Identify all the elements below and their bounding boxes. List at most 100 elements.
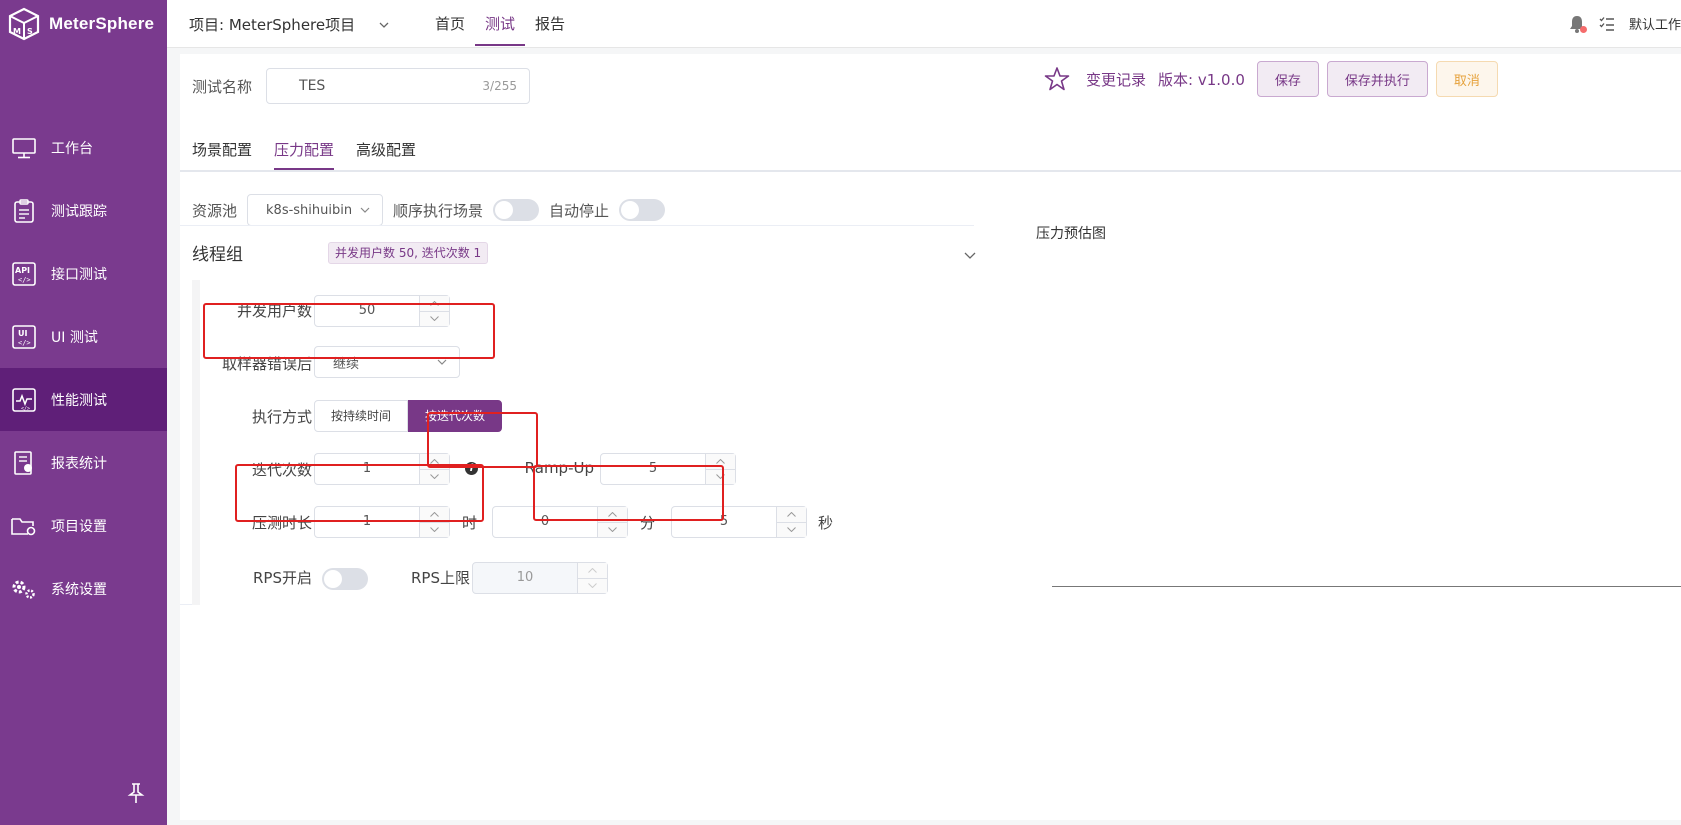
sidebar-item-ui-test[interactable]: UI </> UI 测试 [0, 305, 167, 368]
chevron-down-icon[interactable] [964, 252, 976, 260]
sidebar-item-project-settings[interactable]: 项目设置 [0, 494, 167, 557]
pin-icon[interactable] [126, 782, 146, 804]
chevron-down-icon[interactable] [608, 527, 617, 532]
chevron-up-icon[interactable] [716, 459, 725, 464]
top-nav: 首页 测试 报告 [425, 0, 575, 48]
logo[interactable]: M S MeterSphere [7, 6, 154, 42]
svg-text:API: API [15, 266, 30, 275]
save-and-run-button[interactable]: 保存并执行 [1326, 61, 1428, 97]
stepper-arrows [597, 507, 627, 537]
chevron-down-icon[interactable] [430, 474, 439, 479]
auto-stop-switch[interactable] [619, 199, 666, 221]
svg-text:S: S [27, 27, 33, 36]
chevron-up-icon[interactable] [430, 512, 439, 517]
project-name: 项目: MeterSphere项目 [189, 16, 356, 34]
sampler-error-value: 继续 [333, 356, 360, 372]
thread-group-title[interactable]: 线程组 [192, 240, 243, 265]
clipboard-icon [11, 198, 37, 224]
chevron-down-icon[interactable] [787, 527, 796, 532]
chevron-down-icon [437, 359, 447, 365]
test-name-char-count: 3/255 [482, 79, 518, 93]
sampler-error-label: 取样器错误后 [221, 355, 312, 373]
resource-pool-select[interactable]: k8s-shihuibin [247, 194, 384, 226]
mode-by-iterations-button[interactable]: 按迭代次数 [408, 400, 503, 432]
ramp-up-input[interactable]: 5 [600, 453, 736, 485]
chevron-up-icon[interactable] [430, 301, 439, 306]
chevron-down-icon[interactable] [430, 527, 439, 532]
concurrent-users-label: 并发用户数 [236, 302, 312, 320]
sidebar-item-label: 性能测试 [51, 392, 107, 409]
chevron-down-icon[interactable] [716, 474, 725, 479]
chevron-up-icon[interactable] [608, 512, 617, 517]
api-icon: API </> [11, 261, 37, 287]
test-name-input[interactable]: TES 3/255 [266, 68, 531, 104]
mode-by-duration-button[interactable]: 按持续时间 [314, 400, 409, 432]
resource-pool-label: 资源池 [192, 201, 238, 220]
stepper-arrows [419, 507, 449, 537]
stepper-arrows [419, 454, 449, 484]
save-button[interactable]: 保存 [1256, 61, 1319, 97]
duration-seconds-input[interactable]: 5 [671, 506, 807, 538]
changelog-link[interactable]: 变更记录 [1086, 69, 1146, 90]
folder-gear-icon [11, 513, 37, 539]
tab-advanced-config[interactable]: 高级配置 [356, 132, 416, 170]
notification-dot [1579, 25, 1587, 33]
task-list-icon[interactable] [1599, 16, 1615, 32]
hours-unit: 时 [462, 514, 478, 532]
sidebar-item-label: 报表统计 [51, 455, 107, 472]
duration-hours-input[interactable]: 1 [314, 506, 450, 538]
resource-pool-value: k8s-shihuibin [266, 202, 353, 218]
config-tabs: 场景配置 压力配置 高级配置 [192, 132, 416, 170]
chevron-down-icon[interactable] [430, 316, 439, 321]
sidebar-item-test-track[interactable]: 测试跟踪 [0, 179, 167, 242]
sidebar-item-workbench[interactable]: 工作台 [0, 116, 167, 179]
performance-chart-icon: </> [11, 387, 37, 413]
svg-text:</>: </> [18, 276, 31, 284]
svg-text:</>: </> [21, 406, 30, 412]
svg-text:UI: UI [18, 329, 27, 338]
thread-group-summary-tag: 并发用户数 50, 迭代次数 1 [328, 242, 489, 264]
thread-group-body: 并发用户数 50 取样器错误后 继续 执行方式 按持续时间 按迭代次数 迭代次数… [192, 280, 974, 605]
sidebar-item-system-settings[interactable]: 系统设置 [0, 557, 167, 620]
iterations-input[interactable]: 1 [314, 453, 450, 485]
ramp-up-value: 5 [648, 461, 658, 476]
cancel-button[interactable]: 取消 [1435, 61, 1498, 97]
sidebar-item-report[interactable]: 报表统计 [0, 431, 167, 494]
chevron-up-icon [588, 568, 597, 573]
star-icon[interactable] [1044, 66, 1070, 92]
rps-limit-input: 10 [472, 562, 608, 594]
rps-enable-switch[interactable] [322, 568, 368, 590]
tab-scenario-config[interactable]: 场景配置 [192, 132, 252, 170]
notification-bell-icon[interactable] [1569, 15, 1587, 33]
top-tab-report[interactable]: 报告 [525, 0, 575, 48]
tab-pressure-config[interactable]: 压力配置 [274, 132, 335, 170]
serial-scenario-switch[interactable] [493, 199, 540, 221]
project-selector[interactable]: 项目: MeterSphere项目 [189, 14, 389, 35]
duration-hours-value: 1 [362, 514, 372, 529]
svg-text:M: M [13, 27, 21, 36]
rps-limit-label: RPS上限 [411, 569, 470, 587]
workspace-name[interactable]: 默认工作 [1629, 14, 1681, 33]
resource-pool-row: 资源池 k8s-shihuibin 顺序执行场景 自动停止 [192, 194, 666, 226]
sidebar-item-performance-test[interactable]: </> 性能测试 [0, 368, 167, 431]
tabs-divider [180, 170, 1681, 172]
sidebar-item-api-test[interactable]: API </> 接口测试 [0, 242, 167, 305]
top-right-tools: 默认工作 [1569, 14, 1681, 33]
stepper-arrows [577, 563, 607, 593]
duration-minutes-value: 0 [540, 514, 550, 529]
concurrent-users-input[interactable]: 50 [314, 295, 450, 327]
top-tab-home[interactable]: 首页 [425, 0, 475, 48]
ui-icon: UI </> [11, 324, 37, 350]
test-name-row: 测试名称 TES 3/255 [192, 68, 531, 104]
sidebar: M S MeterSphere 工作台 测试跟踪 API </> 接口测试 UI <… [0, 0, 167, 825]
info-icon[interactable]: i [465, 462, 478, 475]
chevron-up-icon[interactable] [430, 459, 439, 464]
metersphere-cube-icon: M S [8, 7, 40, 41]
duration-seconds-value: 5 [719, 514, 729, 529]
report-icon [11, 450, 37, 476]
sampler-error-select[interactable]: 继续 [314, 346, 460, 378]
ramp-up-label: Ramp-Up [524, 459, 594, 477]
chevron-up-icon[interactable] [787, 512, 796, 517]
duration-minutes-input[interactable]: 0 [492, 506, 628, 538]
top-tab-test[interactable]: 测试 [475, 0, 526, 46]
